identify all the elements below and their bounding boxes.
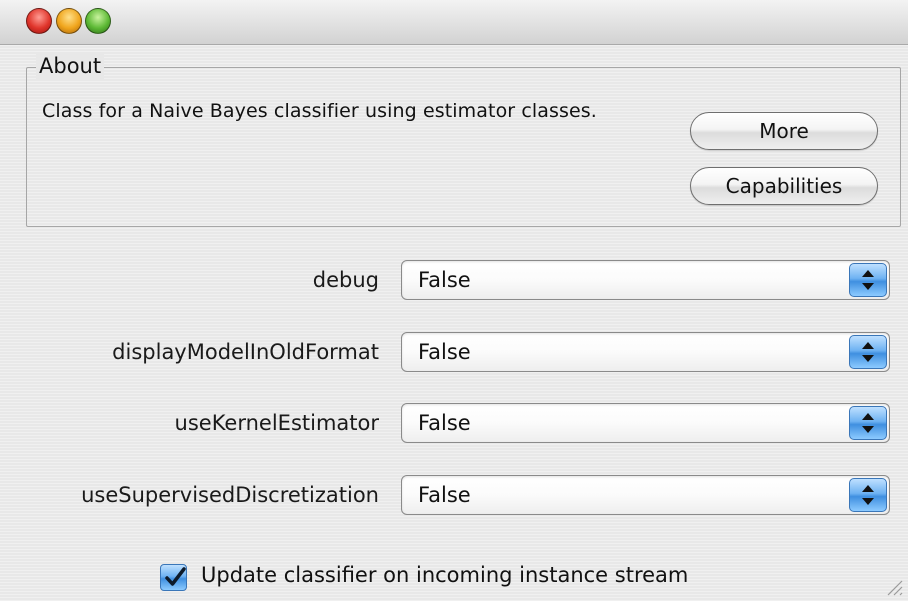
property-select-usekernelestimator[interactable]: False [401, 403, 890, 443]
property-label-debug: debug [312, 268, 379, 292]
minimize-traffic-light-icon[interactable] [56, 8, 82, 34]
select-value: False [418, 268, 471, 292]
resize-grip-icon[interactable] [880, 573, 904, 597]
object-editor-window: About Class for a Naive Bayes classifier… [0, 0, 908, 601]
update-classifier-label[interactable]: Update classifier on incoming instance s… [201, 563, 688, 587]
property-select-usesuperviseddiscretization[interactable]: False [401, 475, 890, 515]
zoom-traffic-light-icon[interactable] [85, 8, 111, 34]
up-down-stepper-icon[interactable] [849, 406, 887, 440]
update-classifier-checkbox[interactable] [160, 564, 187, 591]
up-down-stepper-icon[interactable] [849, 478, 887, 512]
more-button[interactable]: More [690, 112, 878, 150]
property-label-displaymodelinoldformat: displayModelInOldFormat [112, 340, 379, 364]
property-label-usekernelestimator: useKernelEstimator [174, 411, 379, 435]
property-select-displaymodelinoldformat[interactable]: False [401, 332, 890, 372]
title-bar[interactable] [0, 0, 908, 45]
select-value: False [418, 340, 471, 364]
property-label-usesuperviseddiscretization: useSupervisedDiscretization [81, 483, 379, 507]
property-select-debug[interactable]: False [401, 260, 890, 300]
about-legend: About [36, 53, 105, 79]
checkmark-icon [165, 567, 186, 586]
select-value: False [418, 483, 471, 507]
about-description: Class for a Naive Bayes classifier using… [42, 100, 597, 122]
close-traffic-light-icon[interactable] [26, 8, 52, 34]
up-down-stepper-icon[interactable] [849, 335, 887, 369]
capabilities-button[interactable]: Capabilities [690, 167, 878, 205]
up-down-stepper-icon[interactable] [849, 263, 887, 297]
select-value: False [418, 411, 471, 435]
